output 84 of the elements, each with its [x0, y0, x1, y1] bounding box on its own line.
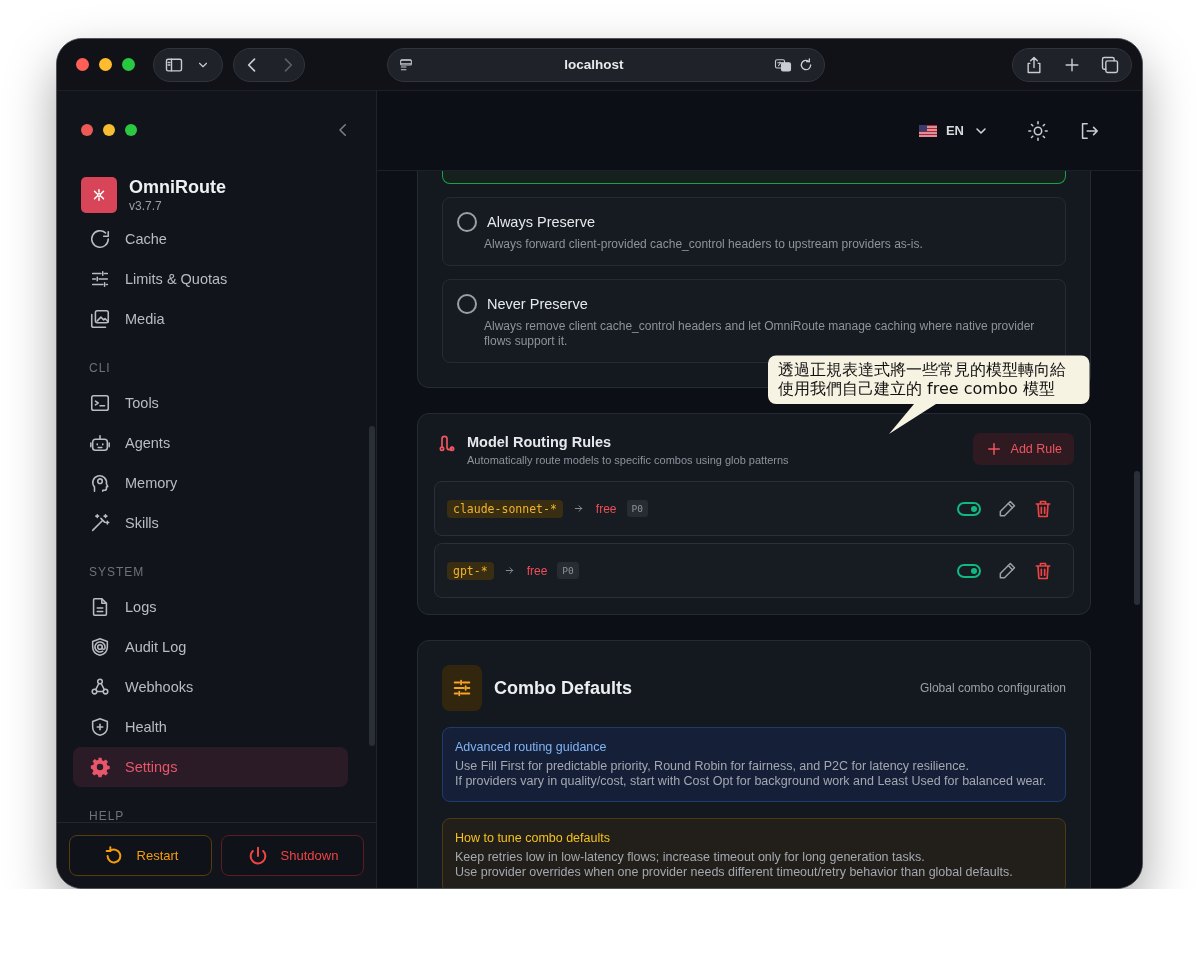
note-text: Keep retries low in low-latency flows; increase timeout only for long generation tasks. [455, 850, 926, 865]
sidebar-item[interactable]: Tools [73, 383, 348, 423]
page-icon [398, 56, 414, 73]
sidebar-toggle-button[interactable] [153, 47, 223, 82]
note-title: Advanced routing guidance [455, 739, 608, 755]
option-description: Always remove client cache_control headers and let OmniRoute manage caching where native provider flows support it. [484, 319, 1036, 349]
radio-button[interactable] [457, 294, 477, 314]
radio-button[interactable] [457, 212, 477, 232]
shield-plus-icon [89, 716, 111, 738]
arrow-right-icon [503, 565, 515, 576]
section-heading: CLI [88, 360, 112, 377]
toggle-switch[interactable] [957, 563, 981, 578]
window-control-dot[interactable] [103, 123, 115, 136]
close-window-button[interactable] [76, 58, 89, 71]
delete-icon[interactable] [1033, 560, 1053, 581]
toggle-switch[interactable] [957, 501, 981, 516]
minimize-window-button[interactable] [99, 58, 112, 71]
option-card[interactable]: Never Preserve Always remove client cache_control headers and let OmniRoute manage caching where native provider flows support it. [442, 279, 1066, 363]
terminal-icon [89, 392, 111, 414]
note-text: If providers vary in quality/cost, start with Cost Opt for background work and Least Used for balanced wear. [455, 774, 1048, 789]
arrow-right-icon [572, 503, 584, 514]
address-bar[interactable]: localhost [387, 47, 825, 82]
note-text: Use Fill First for predictable priority, Round Robin for fairness, and P2C for latency resilience. [455, 759, 970, 774]
priority-badge: P0 [557, 562, 579, 579]
refresh-icon [89, 228, 111, 250]
option-card[interactable]: Always Preserve Always forward client-provided cache_control headers to upstream providers as-is. [442, 197, 1066, 266]
section-heading: SYSTEM [88, 564, 146, 581]
language-code: EN [945, 123, 964, 138]
window-control-dot[interactable] [125, 123, 137, 136]
sidebar-item[interactable]: Logs [73, 587, 348, 627]
callout-text: 透過正規表達式將一些常見的模型轉向給 使用我們自己建立的 free combo 模型 [778, 360, 1066, 398]
reload-icon[interactable] [798, 56, 814, 73]
sidebar-item[interactable]: Limits & Quotas [73, 259, 348, 299]
head-icon [89, 472, 111, 494]
window-control-dot[interactable] [81, 123, 93, 136]
app-name: OmniRoute [129, 176, 226, 198]
edit-icon[interactable] [997, 560, 1017, 581]
sidebar-item[interactable]: Health [73, 707, 348, 747]
sidebar-item[interactable]: Media [73, 299, 348, 339]
shield-icon [89, 636, 111, 658]
webhook-icon [89, 676, 111, 698]
theme-toggle-icon[interactable] [1027, 119, 1049, 142]
sliders-icon [451, 677, 473, 699]
route-icon [437, 433, 457, 453]
edit-icon[interactable] [997, 498, 1017, 519]
sidebar-item[interactable]: Audit Log [73, 627, 348, 667]
section-heading: HELP [88, 808, 126, 822]
option-title: Always Preserve [487, 214, 595, 230]
card-subtitle: Global combo configuration [919, 681, 1066, 695]
sliders-icon [89, 268, 111, 290]
language-selector[interactable]: EN [918, 122, 989, 139]
option-card[interactable] [442, 171, 1066, 184]
url-text: localhost [564, 57, 624, 72]
sidebar-item[interactable]: Cache [73, 219, 348, 259]
card-subtitle: Automatically route models to specific combos using glob patterns [467, 453, 789, 467]
sidebar-item[interactable]: Agents [73, 423, 348, 463]
sidebar-item[interactable]: Settings [73, 747, 348, 787]
magic-wand-icon [89, 512, 111, 534]
option-description: Always forward client-provided cache_control headers to upstream providers as-is. [484, 237, 924, 252]
us-flag-icon [918, 124, 937, 137]
sidebar-item[interactable]: Webhooks [73, 667, 348, 707]
sidebar-item[interactable]: Memory [73, 463, 348, 503]
gear-icon [89, 756, 111, 778]
share-icon[interactable] [1024, 54, 1044, 75]
images-icon [89, 308, 111, 330]
target-combo: free [595, 501, 617, 516]
priority-badge: P0 [626, 500, 648, 517]
pattern-tag: gpt-* [447, 561, 494, 580]
delete-icon[interactable] [1033, 498, 1053, 519]
note-title: How to tune combo defaults [455, 830, 611, 846]
app-version: v3.7.7 [129, 198, 163, 214]
restart-button[interactable]: Restart [69, 835, 212, 876]
shutdown-button[interactable]: Shutdown [221, 835, 364, 876]
note-text: Use provider overrides when one provider needs different timeout/retry behavior than global defaults. [455, 865, 1014, 880]
option-title: Never Preserve [487, 296, 588, 312]
tabs-icon[interactable] [1100, 54, 1120, 75]
card-title: Combo Defaults [494, 677, 632, 699]
sidebar-item[interactable]: Skills [73, 503, 348, 543]
pattern-tag: claude-sonnet-* [447, 499, 563, 518]
card-title: Model Routing Rules [467, 433, 613, 451]
robot-icon [89, 432, 111, 454]
target-combo: free [526, 563, 548, 578]
zoom-window-button[interactable] [122, 58, 135, 71]
add-rule-button[interactable]: Add Rule [972, 433, 1074, 465]
